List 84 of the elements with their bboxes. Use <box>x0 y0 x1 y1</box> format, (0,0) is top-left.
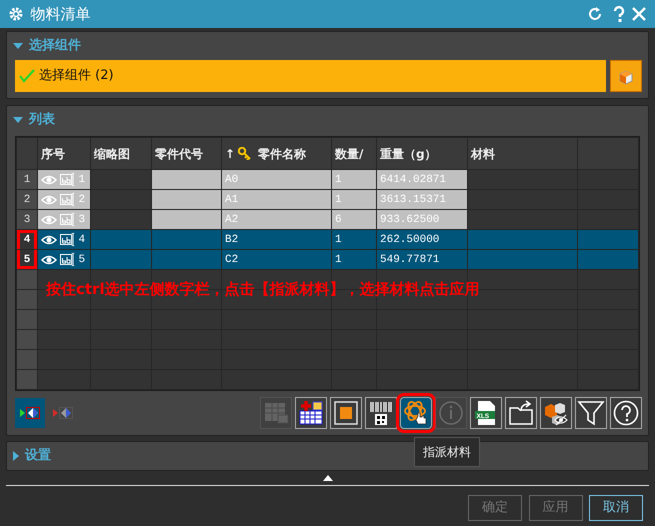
table-cell <box>90 190 152 210</box>
section-title[interactable]: 选择组件 <box>29 36 81 56</box>
instruction-text: 按住ctrl选中左侧数字栏，点击【指派材料】，选择材料点击应用 <box>46 279 480 300</box>
table-cell <box>152 230 222 250</box>
close-icon[interactable] <box>631 6 647 22</box>
table-cell: A2 <box>222 210 332 230</box>
collapsed-caret-icon[interactable] <box>13 451 19 461</box>
dialog-button[interactable]: 取消 <box>589 494 643 521</box>
refresh-icon[interactable] <box>588 6 604 22</box>
table-cell <box>152 170 222 190</box>
collapse-arrow-icon[interactable] <box>322 474 332 481</box>
table-cell: 262.50000 <box>376 230 468 250</box>
eye-icon[interactable] <box>41 254 57 266</box>
add-table-icon <box>297 399 325 428</box>
table-cell: 2 <box>38 190 90 210</box>
table-cell: 3 <box>38 210 90 230</box>
key-icon <box>238 147 252 160</box>
column-header[interactable]: 重量（g） <box>376 138 468 170</box>
table-cell: 5 <box>38 250 90 270</box>
expanded-caret-icon[interactable] <box>13 116 23 122</box>
select-component-button[interactable] <box>610 60 642 92</box>
table-cell: 1 <box>332 190 376 210</box>
help-icon <box>612 399 640 428</box>
text-field-icon[interactable] <box>60 253 76 266</box>
column-header[interactable]: 序号 <box>38 138 90 170</box>
sort-indicator: ↑ <box>225 146 236 163</box>
section-title[interactable]: 列表 <box>29 110 55 130</box>
text-field-icon[interactable] <box>60 173 76 186</box>
column-header[interactable]: ↑ 零件名称 <box>222 138 332 170</box>
visibility-icon <box>52 406 74 420</box>
expanded-caret-icon[interactable] <box>13 43 23 49</box>
selection-label: 选择组件 (2) <box>39 67 114 85</box>
text-field-icon[interactable] <box>60 193 76 206</box>
table-cell: 549.77871 <box>376 250 468 270</box>
column-header[interactable]: 缩略图 <box>90 138 152 170</box>
section-title[interactable]: 设置 <box>25 446 51 466</box>
toolbar-button[interactable] <box>505 397 537 430</box>
table-cell: 1 <box>332 170 376 190</box>
text-field-icon[interactable] <box>60 213 76 226</box>
visibility-icon <box>19 406 41 420</box>
table-cell: 1 <box>332 250 376 270</box>
table-cell: 4 <box>38 230 90 250</box>
dialog-button: 应用 <box>528 494 582 521</box>
eye-icon[interactable] <box>41 234 57 246</box>
table-cell: A1 <box>222 190 332 210</box>
filter-icon <box>577 399 605 428</box>
tooltip: 指派材料 <box>414 437 480 468</box>
row-number[interactable]: 1 <box>16 170 38 190</box>
table-cell: 6 <box>332 210 376 230</box>
table-cell: A0 <box>222 170 332 190</box>
table-cell: 1 <box>38 170 90 190</box>
table-cell: C2 <box>222 250 332 270</box>
column-header[interactable]: 数量/ <box>332 138 376 170</box>
square-icon <box>332 399 360 428</box>
folder-arrow-icon <box>507 399 535 428</box>
table-cell: 6414.02871 <box>376 170 468 190</box>
table-cell <box>90 210 152 230</box>
row-number[interactable]: 4 <box>16 230 38 250</box>
show-toggle[interactable] <box>15 398 45 428</box>
gear-icon <box>8 6 24 22</box>
info-icon <box>437 399 465 428</box>
table-cell: 933.62500 <box>376 210 468 230</box>
table-cell <box>152 210 222 230</box>
toolbar-button[interactable] <box>610 397 642 430</box>
toolbar-button[interactable] <box>575 397 607 430</box>
table-cell <box>90 230 152 250</box>
window-title: 物料清单 <box>30 4 92 25</box>
row-number[interactable]: 5 <box>16 250 38 270</box>
table-cell: 1 <box>332 230 376 250</box>
toolbar-button[interactable] <box>330 397 362 430</box>
text-field-icon[interactable] <box>60 233 76 246</box>
toolbar-button[interactable] <box>540 397 572 430</box>
table-cell: 3613.15371 <box>376 190 468 210</box>
toolbar-button[interactable] <box>365 397 397 430</box>
table-cell <box>152 190 222 210</box>
table-cell <box>90 170 152 190</box>
column-header[interactable]: 材料 <box>468 138 578 170</box>
table-cell: B2 <box>222 230 332 250</box>
dialog-button: 确定 <box>468 494 522 521</box>
selection-field[interactable]: 选择组件 (2) <box>15 60 606 92</box>
row-number[interactable]: 3 <box>16 210 38 230</box>
row-number[interactable]: 2 <box>16 190 38 210</box>
column-header[interactable]: 零件代号 <box>152 138 222 170</box>
toolbar-button[interactable] <box>295 397 327 430</box>
